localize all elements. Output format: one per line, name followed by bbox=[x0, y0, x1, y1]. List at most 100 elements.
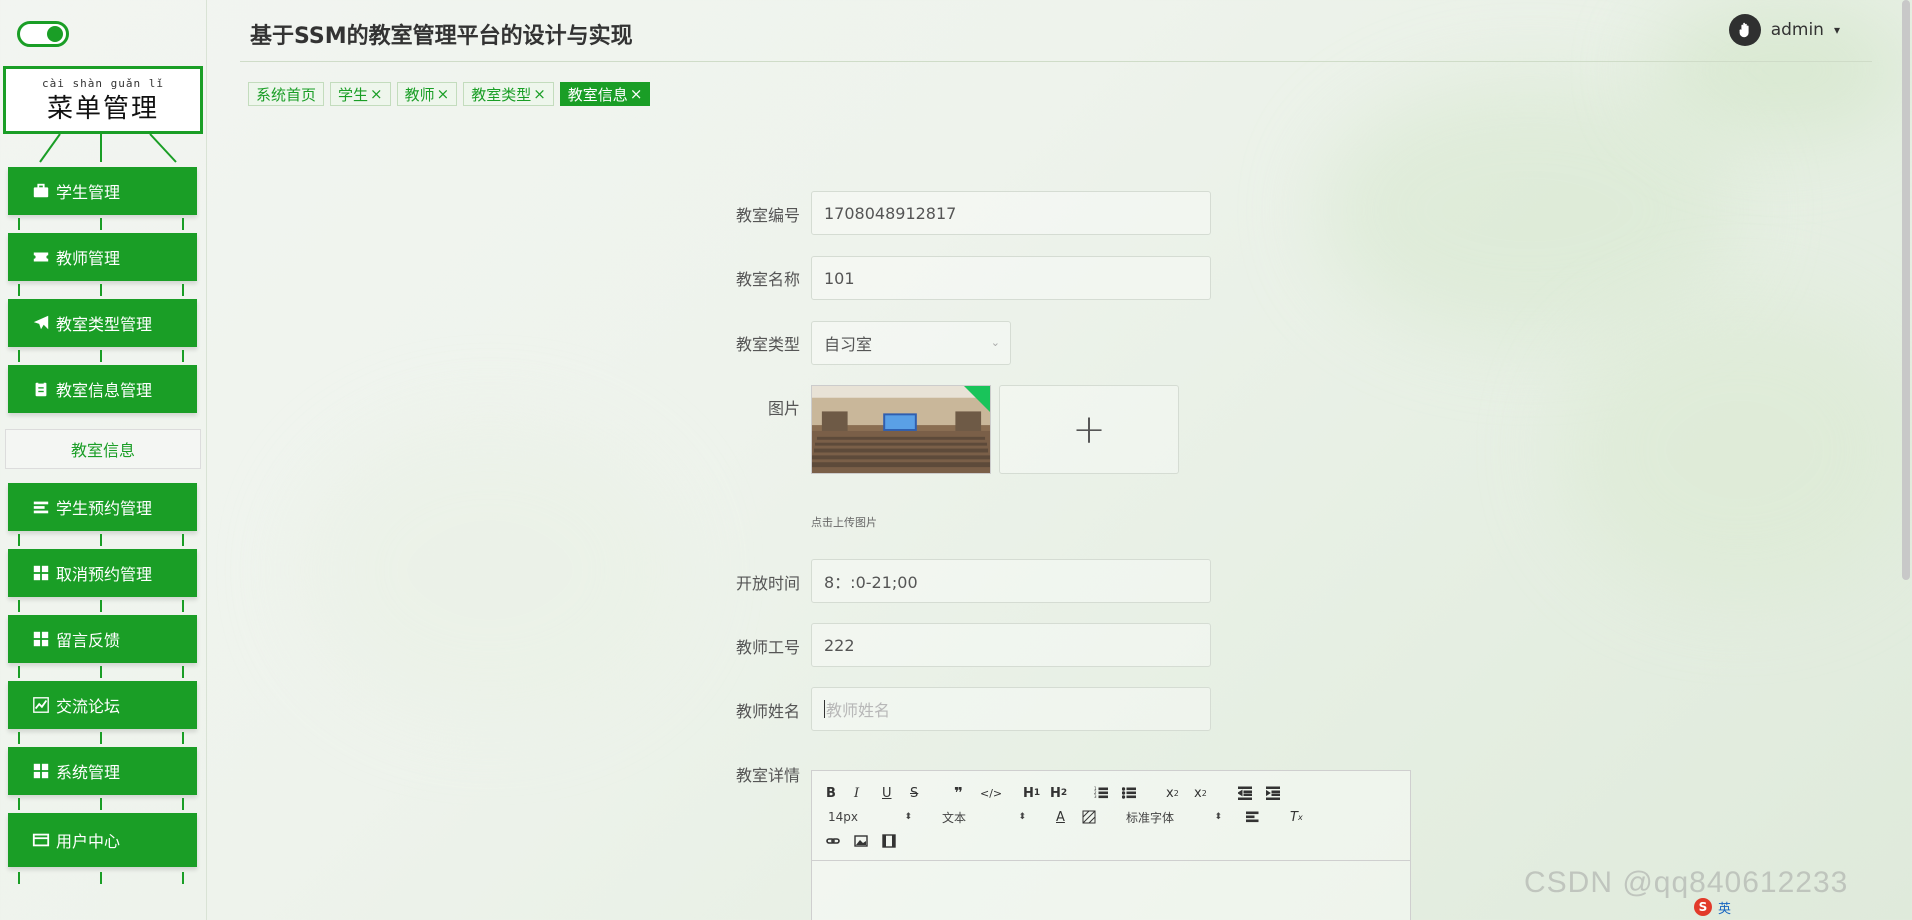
ime-language[interactable]: 英 bbox=[1718, 898, 1731, 917]
ordered-list-icon[interactable]: 123 bbox=[1094, 783, 1108, 803]
chevron-updown-icon: ⬍ bbox=[1018, 812, 1026, 822]
code-block-button[interactable]: </> bbox=[980, 783, 1002, 803]
sidebar-item-system[interactable]: 系统管理 bbox=[8, 747, 197, 795]
background-color-icon[interactable] bbox=[1082, 807, 1096, 827]
room-no-field[interactable]: 1708048912817 bbox=[811, 191, 1211, 235]
room-name-field[interactable]: 101 bbox=[811, 256, 1211, 300]
clear-format-button[interactable]: Tx bbox=[1290, 807, 1303, 827]
sidebar-item-label: 教室类型管理 bbox=[56, 315, 153, 334]
image-upload-button[interactable]: + bbox=[999, 385, 1179, 474]
subscript-button[interactable]: x2 bbox=[1166, 783, 1179, 803]
tab-room-type[interactable]: 教室类型 × bbox=[463, 82, 554, 106]
teacher-no-label: 教师工号 bbox=[735, 638, 800, 657]
sidebar-item-room-info[interactable]: 教室信息管理 bbox=[8, 365, 197, 413]
font-size-value: 14px bbox=[828, 810, 858, 824]
chevron-updown-icon: ⬍ bbox=[1214, 812, 1222, 822]
tab-home[interactable]: 系统首页 bbox=[248, 82, 325, 106]
sidebar-item-reservation[interactable]: 学生预约管理 bbox=[8, 483, 197, 531]
underline-button[interactable]: U bbox=[882, 783, 892, 803]
app-title: 基于SSM的教室管理平台的设计与实现 bbox=[250, 24, 633, 49]
sidebar-item-label: 教师管理 bbox=[56, 249, 121, 268]
sidebar-item-label: 留言反馈 bbox=[56, 631, 121, 650]
font-family-value: 标准字体 bbox=[1126, 810, 1175, 825]
font-color-button[interactable]: A bbox=[1056, 807, 1065, 827]
teacher-name-field[interactable]: 教师姓名 bbox=[811, 687, 1211, 731]
teacher-no-field[interactable]: 222 bbox=[811, 623, 1211, 667]
link-icon[interactable] bbox=[826, 831, 840, 851]
sidebar-item-student[interactable]: 学生管理 bbox=[8, 167, 197, 215]
sidebar-subitem-room-info[interactable]: 教室信息 bbox=[5, 429, 201, 469]
block-type-select[interactable]: 文本 ⬍ bbox=[942, 807, 1026, 827]
sidebar-item-cancel-reservation[interactable]: 取消预约管理 bbox=[8, 549, 197, 597]
watermark: CSDN @qq840612233 bbox=[1524, 866, 1849, 899]
font-size-select[interactable]: 14px ⬍ bbox=[828, 807, 912, 827]
briefcase-icon bbox=[32, 182, 50, 200]
blockquote-button[interactable]: ❞ bbox=[954, 783, 963, 803]
editor-toolbar: B I U S ❞ </> H1 H2 123 x2 x2 14px ⬍ 文本 ⬍ … bbox=[812, 771, 1410, 861]
close-icon[interactable]: × bbox=[370, 85, 383, 103]
list-icon bbox=[32, 498, 50, 516]
tab-label: 系统首页 bbox=[256, 85, 317, 104]
room-name-label: 教室名称 bbox=[735, 270, 800, 289]
room-type-select[interactable]: 自习室 ⌄ bbox=[811, 321, 1011, 365]
editor-content-area[interactable] bbox=[812, 861, 1410, 920]
tab-label: 教室信息 bbox=[567, 85, 628, 104]
text-cursor bbox=[824, 700, 825, 718]
h2-button[interactable]: H2 bbox=[1050, 783, 1067, 803]
card-icon bbox=[32, 831, 50, 849]
sidebar-item-label: 交流论坛 bbox=[56, 697, 121, 716]
sidebar-item-room-type[interactable]: 教室类型管理 bbox=[8, 299, 197, 347]
tab-student[interactable]: 学生 × bbox=[330, 82, 391, 106]
teacher-name-label: 教师姓名 bbox=[735, 702, 800, 721]
tab-teacher[interactable]: 教师 × bbox=[396, 82, 458, 106]
tab-label: 教室类型 bbox=[471, 85, 532, 104]
menu-connector bbox=[8, 872, 197, 890]
ticket-icon bbox=[32, 248, 50, 266]
teacher-name-placeholder: 教师姓名 bbox=[826, 701, 891, 720]
font-family-select[interactable]: 标准字体 ⬍ bbox=[1126, 807, 1222, 827]
close-icon[interactable]: × bbox=[630, 85, 643, 103]
image-label: 图片 bbox=[767, 399, 800, 418]
toggle-knob bbox=[47, 26, 63, 42]
chevron-updown-icon: ⬍ bbox=[904, 812, 912, 822]
outdent-icon[interactable] bbox=[1238, 783, 1252, 803]
sidebar-item-label: 取消预约管理 bbox=[56, 565, 153, 584]
selected-corner-marker bbox=[964, 386, 990, 412]
sidebar-item-feedback[interactable]: 留言反馈 bbox=[8, 615, 197, 663]
user-menu[interactable]: admin ▾ bbox=[1728, 14, 1840, 46]
tab-room-info[interactable]: 教室信息 × bbox=[559, 82, 651, 106]
grid-icon bbox=[32, 762, 50, 780]
open-time-field[interactable]: 8：:0-21;00 bbox=[811, 559, 1211, 603]
upload-hint: 点击上传图片 bbox=[811, 516, 877, 529]
page-scrollbar[interactable] bbox=[1902, 0, 1910, 580]
sidebar-item-teacher[interactable]: 教师管理 bbox=[8, 233, 197, 281]
chevron-down-icon: ▾ bbox=[1833, 23, 1840, 37]
italic-button[interactable]: I bbox=[854, 783, 859, 803]
video-icon[interactable] bbox=[882, 831, 896, 851]
sidebar-toggle-switch[interactable] bbox=[17, 21, 69, 47]
indent-icon[interactable] bbox=[1266, 783, 1280, 803]
bullet-list-icon[interactable] bbox=[1122, 783, 1136, 803]
sidebar-item-label: 用户中心 bbox=[56, 832, 121, 851]
open-time-label: 开放时间 bbox=[735, 574, 800, 593]
close-icon[interactable]: × bbox=[533, 85, 546, 103]
svg-text:3: 3 bbox=[1094, 794, 1097, 799]
bold-button[interactable]: B bbox=[826, 783, 836, 803]
sidebar-item-label: 系统管理 bbox=[56, 763, 121, 782]
menu-title: 菜单管理 bbox=[46, 94, 159, 124]
sidebar-item-label: 学生管理 bbox=[56, 183, 121, 202]
block-type-value: 文本 bbox=[942, 810, 967, 825]
chevron-down-icon: ⌄ bbox=[990, 336, 1000, 349]
superscript-button[interactable]: x2 bbox=[1194, 783, 1207, 803]
image-icon[interactable] bbox=[854, 831, 868, 851]
classroom-image-thumbnail[interactable] bbox=[811, 385, 991, 474]
tab-label: 教师 bbox=[404, 85, 435, 104]
strike-button[interactable]: S bbox=[910, 783, 918, 803]
h1-button[interactable]: H1 bbox=[1023, 783, 1040, 803]
sidebar-item-user-center[interactable]: 用户中心 bbox=[8, 813, 197, 867]
top-header: 基于SSM的教室管理平台的设计与实现 admin ▾ bbox=[240, 0, 1872, 62]
close-icon[interactable]: × bbox=[437, 85, 450, 103]
sidebar-item-forum[interactable]: 交流论坛 bbox=[8, 681, 197, 729]
details-label: 教室详情 bbox=[735, 766, 800, 785]
align-icon[interactable] bbox=[1246, 807, 1260, 827]
